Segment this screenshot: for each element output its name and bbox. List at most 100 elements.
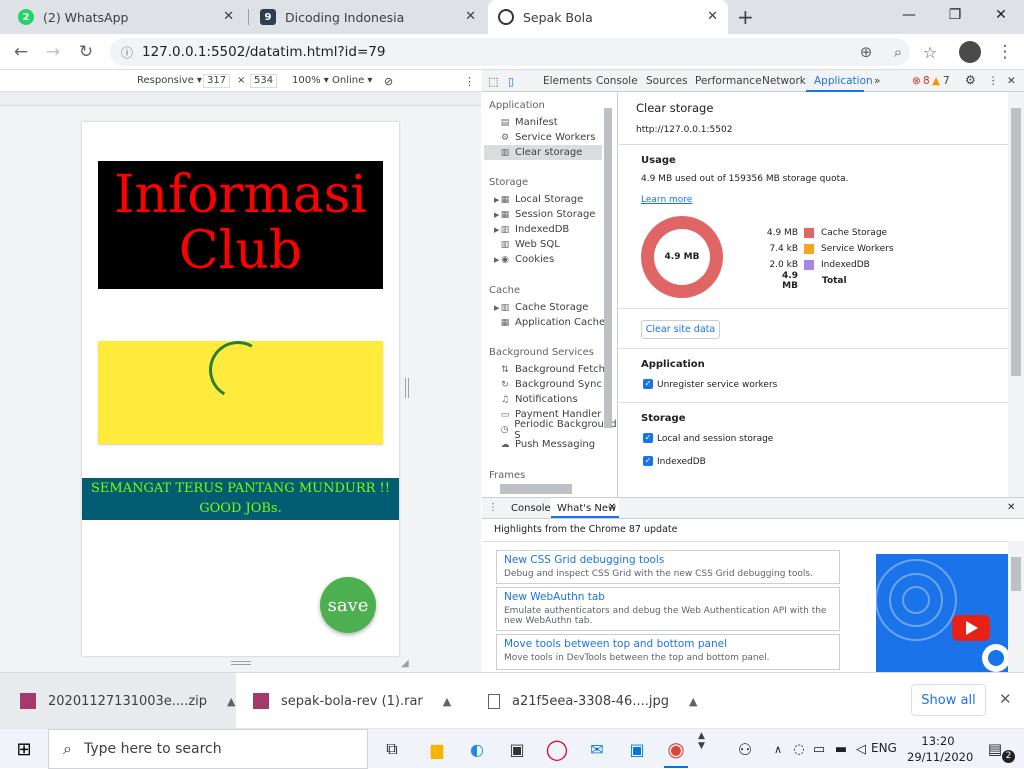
windows-start-icon[interactable]: ⊞: [12, 737, 36, 761]
device-width-input[interactable]: 317: [203, 74, 231, 88]
sidebar-item-background-sync[interactable]: ↻ Background Sync: [500, 377, 618, 392]
devtools-menu-icon[interactable]: ⋮: [988, 75, 999, 87]
device-height-input[interactable]: 534: [250, 74, 278, 88]
device-toggle-icon[interactable]: ▯: [508, 75, 514, 88]
network-select[interactable]: Online ▾: [332, 75, 372, 86]
download-item[interactable]: sepak-bola-rev (1).rar ▲: [253, 673, 471, 729]
close-tab-icon[interactable]: ✕: [465, 9, 476, 24]
whats-new-card[interactable]: Move tools between top and bottom panel …: [496, 634, 840, 670]
store-icon[interactable]: ▣: [505, 737, 529, 761]
error-icon[interactable]: ⊗: [912, 75, 921, 87]
taskbar-search[interactable]: ⌕ Type here to search: [48, 729, 368, 769]
sidebar-item-push-messaging[interactable]: ☁ Push Messaging: [500, 437, 618, 452]
hscroll-thumb[interactable]: [500, 484, 572, 494]
forward-icon[interactable]: →: [42, 41, 64, 63]
unregister-checkbox[interactable]: ✓: [643, 379, 653, 389]
tab-elements[interactable]: Elements: [543, 75, 592, 87]
clock[interactable]: 13:20 29/11/2020: [907, 733, 973, 765]
sidebar-item-application-cache[interactable]: ▦ Application Cache: [500, 315, 618, 330]
network-icon[interactable]: ▭: [807, 737, 831, 761]
sidebar-item-web-sql[interactable]: ▥ Web SQL: [500, 237, 618, 252]
volume-icon[interactable]: ◁: [849, 737, 873, 761]
expand-icon[interactable]: ▶: [494, 211, 499, 219]
star-icon[interactable]: ☆: [919, 41, 941, 63]
menu-icon[interactable]: ⋮: [994, 41, 1016, 63]
sidebar-item-cookies[interactable]: ▶ ◉ Cookies: [494, 252, 618, 267]
sidebar-item-session-storage[interactable]: ▶ ▦ Session Storage: [494, 207, 618, 222]
whiteboard-icon[interactable]: ▣: [625, 737, 649, 761]
sidebar-item-local-storage[interactable]: ▶ ▦ Local Storage: [494, 192, 618, 207]
avatar[interactable]: [959, 41, 981, 63]
restore-icon[interactable]: ❐: [932, 0, 978, 30]
close-tab-icon[interactable]: ✕: [707, 9, 718, 24]
edge-icon[interactable]: ◐: [465, 737, 489, 761]
sidebar-item-cache-storage[interactable]: ▶ ▥ Cache Storage: [494, 300, 618, 315]
save-button[interactable]: save: [320, 577, 376, 633]
panel-scrollbar[interactable]: [1008, 92, 1024, 497]
zoom-select[interactable]: 100% ▾: [292, 75, 329, 86]
rotate-icon[interactable]: ⊘: [384, 75, 393, 88]
close-window-icon[interactable]: ✕: [978, 0, 1024, 30]
sidebar-item-periodic-background-sync[interactable]: ◷ Periodic Background S: [500, 419, 618, 441]
more-tabs-icon[interactable]: »: [874, 75, 880, 87]
close-devtools-icon[interactable]: ✕: [1007, 75, 1016, 87]
scroll-thumb[interactable]: [1011, 557, 1021, 591]
reload-icon[interactable]: ↻: [75, 41, 97, 63]
opera-icon[interactable]: ◯: [545, 737, 569, 761]
sidebar-item-background-fetch[interactable]: ⇅ Background Fetch: [500, 362, 618, 377]
learn-more-link[interactable]: Learn more: [641, 195, 692, 205]
close-drawer-icon[interactable]: ✕: [1007, 502, 1015, 513]
add-icon[interactable]: ⊕: [855, 41, 877, 63]
sidebar-hscroll[interactable]: [488, 484, 598, 494]
sidebar-item-indexeddb[interactable]: ▶ ▥ IndexedDB: [494, 222, 618, 237]
tab-network[interactable]: Network: [762, 75, 806, 87]
close-tab-icon[interactable]: ✕: [223, 9, 234, 24]
file-explorer-icon[interactable]: ▆: [425, 737, 449, 761]
chrome-icon[interactable]: ◉: [664, 737, 688, 761]
language-indicator[interactable]: ENG: [871, 741, 897, 755]
local-session-checkbox[interactable]: ✓: [643, 433, 653, 443]
clear-site-data-button[interactable]: Clear site data: [641, 320, 720, 339]
resize-corner-icon[interactable]: ◢: [401, 658, 409, 669]
sidebar-item-clear-storage[interactable]: ▥ Clear storage: [484, 145, 602, 160]
close-drawer-tab-icon[interactable]: ✕: [608, 502, 616, 513]
tab-sepak-bola[interactable]: Sepak Bola ✕: [488, 0, 728, 34]
mail-icon[interactable]: ✉: [585, 737, 609, 761]
resize-handle-right[interactable]: [405, 378, 409, 398]
gear-icon[interactable]: ⚙: [965, 73, 976, 87]
sidebar-item-service-workers[interactable]: ⚙ Service Workers: [500, 130, 618, 145]
info-icon[interactable]: ⓘ: [121, 44, 133, 61]
sidebar-scrollbar[interactable]: [604, 108, 612, 428]
close-shelf-icon[interactable]: ✕: [999, 690, 1012, 708]
resize-handle-bottom[interactable]: [231, 661, 251, 665]
download-item[interactable]: 20201127131003e....zip ▲: [0, 673, 236, 729]
sidebar-item-manifest[interactable]: ▤ Manifest: [500, 115, 618, 130]
tab-whatsapp[interactable]: 2 (2) WhatsApp ✕: [8, 0, 244, 34]
chrome-update-video-thumbnail[interactable]: [876, 554, 1008, 672]
whats-new-card[interactable]: New CSS Grid debugging tools Debug and i…: [496, 550, 840, 584]
new-tab-button[interactable]: +: [737, 5, 754, 29]
zoom-icon[interactable]: ⌕: [887, 41, 909, 63]
back-icon[interactable]: ←: [10, 41, 32, 63]
drawer-scrollbar[interactable]: [1008, 541, 1024, 672]
expand-icon[interactable]: ▶: [494, 196, 499, 204]
chevron-up-icon[interactable]: ▲: [227, 695, 235, 708]
task-view-icon[interactable]: ⧉: [380, 737, 404, 761]
more-icon[interactable]: ⋮: [464, 75, 475, 88]
indexeddb-checkbox[interactable]: ✓: [643, 456, 653, 466]
download-item[interactable]: a21f5eea-3308-46....jpg ▲: [488, 673, 698, 729]
warning-icon[interactable]: ▲: [932, 75, 940, 87]
taskbar-scroll-icon[interactable]: ▲ ▼: [698, 731, 705, 751]
tab-application[interactable]: Application: [814, 75, 873, 87]
scroll-thumb[interactable]: [1011, 108, 1021, 376]
expand-icon[interactable]: ▶: [494, 226, 499, 234]
show-all-button[interactable]: Show all: [911, 684, 986, 716]
tab-console[interactable]: Console: [596, 75, 638, 87]
minimize-icon[interactable]: —: [886, 0, 932, 30]
drawer-menu-icon[interactable]: ⋮: [488, 502, 498, 513]
tab-performance[interactable]: Performance: [695, 75, 762, 87]
chevron-up-icon[interactable]: ▲: [689, 695, 697, 708]
chevron-up-icon[interactable]: ▲: [443, 695, 451, 708]
tab-sources[interactable]: Sources: [646, 75, 688, 87]
expand-icon[interactable]: ▶: [494, 304, 499, 312]
